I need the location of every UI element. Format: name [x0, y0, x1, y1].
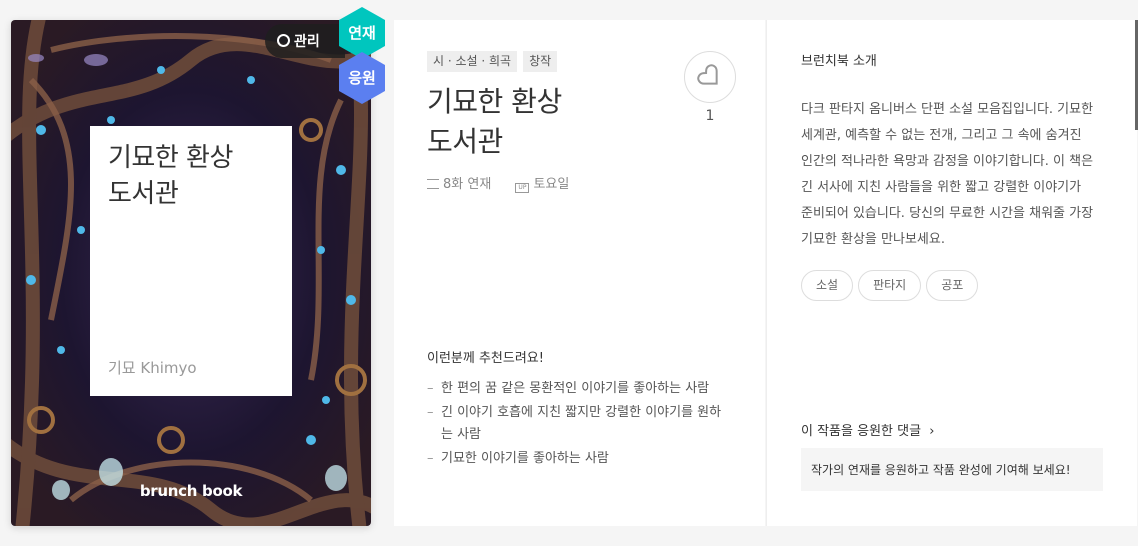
list-item: 한 편의 꿈 같은 몽환적인 이야기를 좋아하는 사람	[427, 378, 727, 400]
book-intro-panel: 브런치북 소개 다크 판타지 옴니버스 단편 소설 모음집입니다. 기묘한 세계…	[766, 20, 1137, 526]
list-icon	[427, 179, 439, 189]
book-info-panel: 시 · 소설 · 희곡 창작 기묘한 환상 도서관 8화 연재 UP 토요일 1 이…	[394, 20, 765, 526]
keyword-tag[interactable]: 공포	[926, 270, 979, 301]
episodes-info: 8화 연재	[427, 177, 501, 192]
category-tags: 시 · 소설 · 희곡 창작	[427, 50, 563, 72]
book-meta: 8화 연재 UP 토요일	[427, 173, 589, 193]
list-item: 긴 이야기 호흡에 지친 짧지만 강렬한 이야기를 원하는 사람	[427, 402, 727, 446]
chevron-right-icon: ›	[929, 424, 935, 439]
book-cover: 기묘한 환상 도서관 기묘 Khimyo brunch book	[11, 20, 371, 526]
cover-title: 기묘한 환상 도서관	[108, 143, 233, 209]
manage-button[interactable]: 관리	[265, 24, 345, 58]
keyword-list: 소설 판타지 공포	[801, 270, 983, 301]
update-day: 토요일	[533, 177, 570, 192]
intro-text: 다크 판타지 옴니버스 단편 소설 모음집입니다. 기묘한 세계관, 예측할 수…	[801, 102, 1094, 247]
recommend-list: 한 편의 꿈 같은 몽환적인 이야기를 좋아하는 사람 긴 이야기 호흡에 지친…	[427, 378, 727, 472]
like-count: 1	[705, 108, 715, 124]
episodes-count: 8화 연재	[443, 177, 492, 192]
list-item: 기묘한 이야기를 좋아하는 사람	[427, 448, 727, 470]
cover-title-card: 기묘한 환상 도서관 기묘 Khimyo	[90, 126, 292, 396]
comments-prompt[interactable]: 작가의 연재를 응원하고 작품 완성에 기여해 보세요!	[801, 448, 1103, 491]
intro-title: 브런치북 소개	[801, 54, 877, 69]
brunch-book-logo: brunch book	[139, 482, 243, 500]
manage-label: 관리	[294, 34, 320, 50]
comments-link-label: 이 작품을 응원한 댓글	[801, 424, 922, 439]
gear-icon	[277, 34, 290, 47]
heart-icon	[697, 64, 718, 85]
cover-author: 기묘 Khimyo	[108, 359, 197, 377]
keyword-tag[interactable]: 판타지	[858, 270, 922, 301]
comments-link[interactable]: 이 작품을 응원한 댓글 ›	[801, 420, 934, 439]
category-tag[interactable]: 시 · 소설 · 희곡	[427, 51, 518, 72]
category-tag[interactable]: 창작	[523, 51, 558, 72]
like-button[interactable]	[684, 51, 736, 103]
update-info: UP 토요일	[515, 177, 579, 193]
keyword-tag[interactable]: 소설	[801, 270, 854, 301]
recommend-title: 이런분께 추천드려요!	[427, 351, 544, 366]
update-icon: UP	[515, 183, 530, 193]
book-title: 기묘한 환상 도서관	[427, 85, 562, 158]
